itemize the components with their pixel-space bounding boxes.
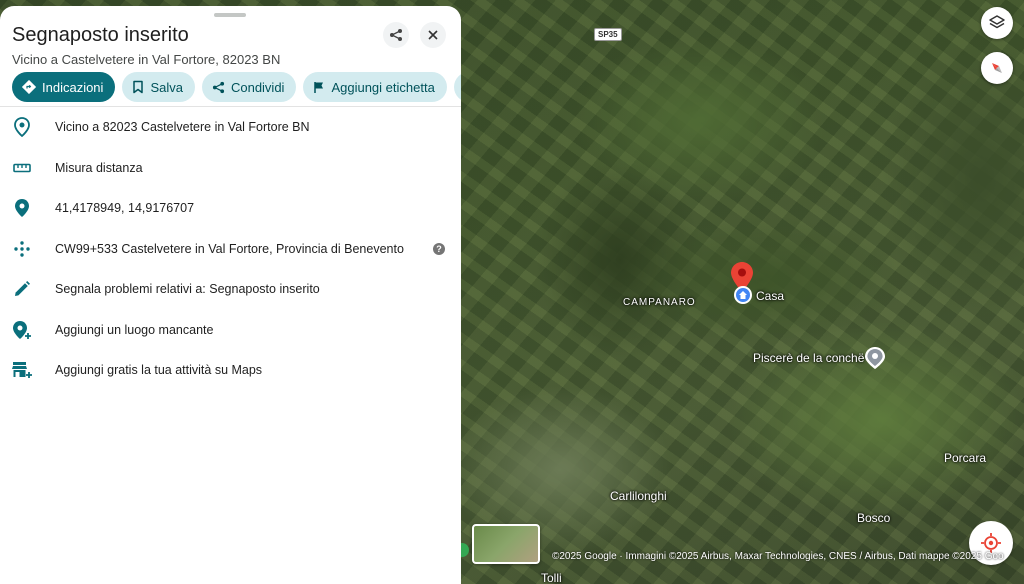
list-item-label: Vicino a 82023 Castelvetere in Val Forto… bbox=[55, 120, 310, 135]
list-item-add-place[interactable]: Aggiungi un luogo mancante bbox=[0, 310, 461, 351]
plus-code-icon bbox=[14, 241, 30, 257]
map-label-casa[interactable]: Casa bbox=[756, 289, 784, 303]
home-icon[interactable] bbox=[734, 286, 752, 304]
place-title: Segnaposto inserito bbox=[12, 24, 189, 46]
action-chips: Indicazioni Salva Condividi Aggiungi eti… bbox=[12, 72, 461, 102]
flag-icon bbox=[314, 81, 324, 93]
help-icon[interactable]: ? bbox=[433, 242, 445, 255]
list-item-coordinates[interactable]: 41,4178949, 14,9176707 bbox=[0, 188, 461, 229]
list-item-address[interactable]: Vicino a 82023 Castelvetere in Val Forto… bbox=[0, 107, 461, 148]
drag-handle[interactable] bbox=[214, 13, 246, 17]
poi-marker-icon[interactable] bbox=[865, 347, 885, 374]
map-label-porcara[interactable]: Porcara bbox=[944, 451, 986, 465]
directions-icon bbox=[22, 80, 36, 94]
close-button[interactable] bbox=[420, 22, 446, 48]
layers-button[interactable] bbox=[981, 7, 1013, 39]
list-item-label: 41,4178949, 14,9176707 bbox=[55, 201, 195, 216]
list-item-label: Aggiungi un luogo mancante bbox=[55, 322, 214, 337]
details-list: Vicino a 82023 Castelvetere in Val Forto… bbox=[0, 107, 461, 391]
list-item-plus-code[interactable]: CW99+533 Castelvetere in Val Fortore, Pr… bbox=[0, 229, 461, 270]
add-business-icon bbox=[12, 362, 32, 379]
layers-icon bbox=[989, 15, 1005, 29]
list-item-report-problem[interactable]: Segnala problemi relativi a: Segnaposto … bbox=[0, 269, 461, 310]
map-label-bosco[interactable]: Bosco bbox=[857, 511, 890, 525]
compass-icon bbox=[992, 63, 1002, 73]
list-item-add-business[interactable]: Aggiungi gratis la tua attività su Maps bbox=[0, 350, 461, 391]
edit-icon bbox=[15, 281, 30, 297]
compass-button[interactable] bbox=[981, 52, 1013, 84]
list-item-label: Misura distanza bbox=[55, 160, 143, 175]
more-chip[interactable] bbox=[453, 72, 461, 102]
share-icon bbox=[390, 29, 402, 41]
save-chip[interactable]: Salva bbox=[122, 72, 195, 102]
share-icon bbox=[212, 81, 225, 93]
directions-chip-label: Indicazioni bbox=[42, 79, 104, 95]
list-item-label: Segnala problemi relativi a: Segnaposto … bbox=[55, 282, 320, 297]
bookmark-icon bbox=[133, 80, 144, 94]
location-pin-icon bbox=[15, 199, 29, 218]
list-item-label: CW99+533 Castelvetere in Val Fortore, Pr… bbox=[55, 241, 404, 256]
road-badge-sp35: SP35 bbox=[594, 28, 622, 41]
list-item-label: Aggiungi gratis la tua attività su Maps bbox=[55, 363, 263, 378]
directions-chip[interactable]: Indicazioni bbox=[12, 72, 116, 102]
share-chip[interactable]: Condividi bbox=[201, 72, 297, 102]
map-label-campanaro[interactable]: CAMPANARO bbox=[623, 297, 696, 308]
map-label-tolli[interactable]: Tolli bbox=[541, 571, 562, 584]
map-label-carlilonghi[interactable]: Carlilonghi bbox=[610, 489, 667, 503]
add-label-chip-label: Aggiungi etichetta bbox=[331, 79, 435, 95]
add-label-chip[interactable]: Aggiungi etichetta bbox=[303, 72, 447, 102]
place-subtitle: Vicino a Castelvetere in Val Fortore, 82… bbox=[12, 52, 281, 67]
map-attribution: ©2025 Google · Immagini ©2025 Airbus, Ma… bbox=[552, 551, 1004, 562]
list-item-measure-distance[interactable]: Misura distanza bbox=[0, 148, 461, 189]
map-type-thumbnail[interactable] bbox=[472, 524, 540, 564]
place-details-panel: Segnaposto inserito Vicino a Castelveter… bbox=[0, 6, 461, 584]
location-outline-icon bbox=[14, 117, 30, 138]
share-button[interactable] bbox=[383, 22, 409, 48]
close-icon bbox=[428, 30, 438, 40]
ruler-icon bbox=[13, 163, 31, 173]
map-label-piscere[interactable]: Piscerè de la conchë bbox=[753, 351, 864, 365]
save-chip-label: Salva bbox=[150, 79, 183, 95]
share-chip-label: Condividi bbox=[230, 79, 285, 95]
add-place-icon bbox=[13, 320, 31, 339]
